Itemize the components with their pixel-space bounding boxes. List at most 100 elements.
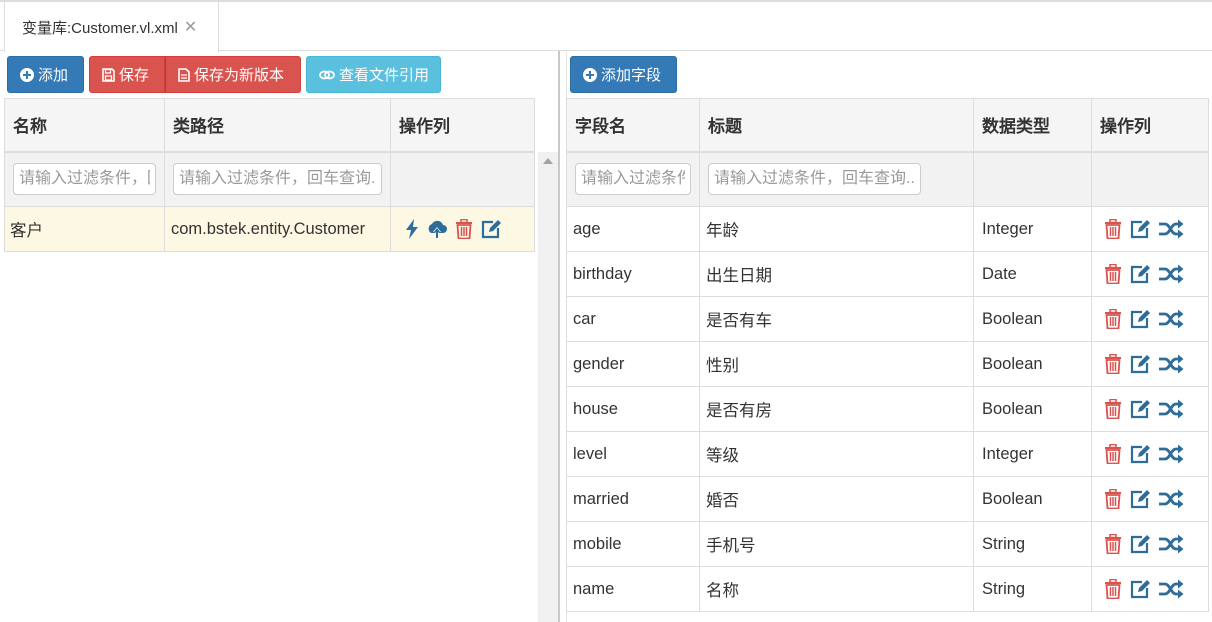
edit-icon[interactable] xyxy=(1129,399,1151,419)
split-divider[interactable] xyxy=(558,51,560,622)
row-actions xyxy=(1104,264,1202,284)
table-row[interactable]: mobile 手机号 String xyxy=(566,521,1209,567)
cell-field-name: name xyxy=(566,566,700,612)
plus-circle-icon xyxy=(20,67,34,82)
cell-field-name: birthday xyxy=(566,251,700,297)
row-actions xyxy=(1104,309,1202,329)
column-header-data-type[interactable]: 数据类型 xyxy=(973,98,1092,153)
edit-icon[interactable] xyxy=(1129,534,1151,554)
cell-data-type: Boolean xyxy=(973,341,1092,387)
view-file-references-button[interactable]: 查看文件引用 xyxy=(306,56,441,93)
table-row[interactable]: car 是否有车 Boolean xyxy=(566,296,1209,342)
filter-name-input[interactable] xyxy=(13,163,156,196)
edit-icon[interactable] xyxy=(1129,309,1151,329)
row-actions xyxy=(1104,534,1202,554)
table-row[interactable]: 客户 com.bstek.entity.Customer xyxy=(4,206,535,252)
tab-customer-vl[interactable]: 变量库:Customer.vl.xml ✕ xyxy=(4,1,219,53)
edit-icon[interactable] xyxy=(1129,264,1151,284)
filter-title-input[interactable] xyxy=(708,163,921,196)
shuffle-icon[interactable] xyxy=(1158,444,1184,464)
trash-icon[interactable] xyxy=(1104,264,1122,284)
edit-icon[interactable] xyxy=(1129,219,1151,239)
trash-icon[interactable] xyxy=(1104,489,1122,509)
cell-field-name: married xyxy=(566,476,700,522)
column-header-class-path[interactable]: 类路径 xyxy=(164,98,391,153)
row-actions xyxy=(405,219,528,239)
table-row[interactable]: married 婚否 Boolean xyxy=(566,476,1209,522)
add-button[interactable]: 添加 xyxy=(7,56,84,93)
trash-icon[interactable] xyxy=(1104,444,1122,464)
edit-icon[interactable] xyxy=(1129,579,1151,599)
table-row[interactable]: house 是否有房 Boolean xyxy=(566,386,1209,432)
edit-icon[interactable] xyxy=(480,219,502,239)
row-actions xyxy=(1104,219,1202,239)
cell-title: 手机号 xyxy=(699,521,974,567)
trash-icon[interactable] xyxy=(1104,534,1122,554)
add-field-button[interactable]: 添加字段 xyxy=(570,56,677,93)
shuffle-icon[interactable] xyxy=(1158,579,1184,599)
cloud-upload-icon[interactable] xyxy=(426,219,448,239)
filter-row xyxy=(4,151,535,207)
trash-icon[interactable] xyxy=(455,219,473,239)
tab-bar: 变量库:Customer.vl.xml ✕ xyxy=(0,0,1212,53)
save-button[interactable]: 保存 xyxy=(89,56,165,93)
variable-table: 名称 类路径 操作列 客户 com.bstek.entity.Customer xyxy=(4,98,535,252)
shuffle-icon[interactable] xyxy=(1158,264,1184,284)
trash-icon[interactable] xyxy=(1104,309,1122,329)
cell-data-type: Boolean xyxy=(973,476,1092,522)
trash-icon[interactable] xyxy=(1104,354,1122,374)
save-as-new-version-button[interactable]: 保存为新版本 xyxy=(165,56,301,93)
cell-title: 是否有车 xyxy=(699,296,974,342)
table-row[interactable]: birthday 出生日期 Date xyxy=(566,251,1209,297)
add-field-label: 添加字段 xyxy=(601,67,662,84)
row-actions xyxy=(1104,354,1202,374)
shuffle-icon[interactable] xyxy=(1158,309,1184,329)
cell-data-type: String xyxy=(973,521,1092,567)
field-table: 字段名 标题 数据类型 操作列 age 年龄 Integer xyxy=(566,98,1209,612)
save-label: 保存 xyxy=(119,67,150,84)
column-header-title[interactable]: 标题 xyxy=(699,98,974,153)
plus-circle-icon xyxy=(583,67,597,82)
cell-title: 名称 xyxy=(699,566,974,612)
scrollbar[interactable] xyxy=(538,152,558,622)
cell-field-name: house xyxy=(566,386,700,432)
cell-data-type: Integer xyxy=(973,431,1092,477)
cell-title: 等级 xyxy=(699,431,974,477)
trash-icon[interactable] xyxy=(1104,219,1122,239)
shuffle-icon[interactable] xyxy=(1158,354,1184,374)
cell-field-name: gender xyxy=(566,341,700,387)
shuffle-icon[interactable] xyxy=(1158,219,1184,239)
add-label: 添加 xyxy=(38,67,69,84)
scroll-up-icon[interactable] xyxy=(538,158,558,168)
edit-icon[interactable] xyxy=(1129,354,1151,374)
row-actions xyxy=(1104,444,1202,464)
trash-icon[interactable] xyxy=(1104,399,1122,419)
file-icon xyxy=(178,67,190,82)
column-header-field-name[interactable]: 字段名 xyxy=(566,98,700,153)
cell-data-type: Date xyxy=(973,251,1092,297)
cell-title: 出生日期 xyxy=(699,251,974,297)
filter-field-name-input[interactable] xyxy=(575,163,691,196)
shuffle-icon[interactable] xyxy=(1158,534,1184,554)
cell-data-type: String xyxy=(973,566,1092,612)
cell-data-type: Boolean xyxy=(973,386,1092,432)
column-header-name[interactable]: 名称 xyxy=(4,98,165,153)
table-row[interactable]: name 名称 String xyxy=(566,566,1209,612)
close-icon[interactable]: ✕ xyxy=(184,17,197,37)
shuffle-icon[interactable] xyxy=(1158,489,1184,509)
lightning-icon[interactable] xyxy=(405,219,419,239)
trash-icon[interactable] xyxy=(1104,579,1122,599)
field-panel: 字段名 标题 数据类型 操作列 age 年龄 Integer xyxy=(566,98,1209,622)
table-row[interactable]: gender 性别 Boolean xyxy=(566,341,1209,387)
edit-icon[interactable] xyxy=(1129,444,1151,464)
cell-field-name: mobile xyxy=(566,521,700,567)
tab-label: 变量库:Customer.vl.xml xyxy=(22,19,178,37)
table-row[interactable]: level 等级 Integer xyxy=(566,431,1209,477)
column-header-actions: 操作列 xyxy=(390,98,535,153)
view-file-references-label: 查看文件引用 xyxy=(339,67,430,84)
edit-icon[interactable] xyxy=(1129,489,1151,509)
table-row[interactable]: age 年龄 Integer xyxy=(566,206,1209,252)
shuffle-icon[interactable] xyxy=(1158,399,1184,419)
cell-name: 客户 xyxy=(4,206,165,252)
filter-class-path-input[interactable] xyxy=(173,163,382,196)
